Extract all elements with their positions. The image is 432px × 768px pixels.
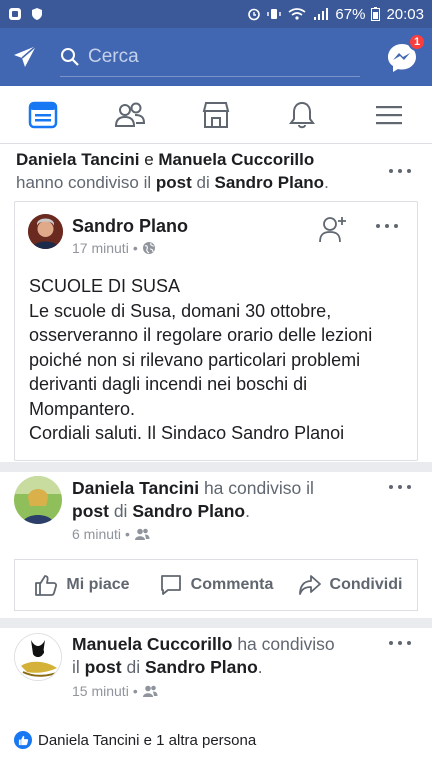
author-name[interactable]: Sandro Plano [145,657,258,677]
search-input[interactable]: Cerca [60,37,360,77]
friends-icon [114,102,145,127]
paper-plane-icon[interactable] [12,44,38,70]
story-text: il [72,657,80,677]
post-link[interactable]: post [85,657,122,677]
author-name[interactable]: Sandro Plano [214,173,324,192]
menu-icon [375,105,402,124]
story-text: ha condiviso il [203,478,314,498]
actor-name[interactable]: Daniela Tancini [72,478,199,498]
messenger-button[interactable]: 1 [384,33,426,75]
search-placeholder: Cerca [88,45,139,67]
likes-summary-text: Daniela Tancini e 1 altra persona [38,731,257,749]
add-friend-icon[interactable] [318,214,348,244]
globe-icon [142,242,155,254]
app-header: Cerca 1 [0,28,432,86]
tab-menu[interactable] [346,86,432,143]
story-text: di [126,657,141,677]
post-time[interactable]: 15 minuti [72,683,129,699]
tab-friends[interactable] [86,86,172,143]
tab-notifications[interactable] [259,86,345,143]
divider [0,618,432,628]
avatar[interactable] [14,633,62,681]
avatar[interactable] [28,214,63,249]
more-options-icon[interactable] [389,639,411,647]
author-name[interactable]: Sandro Plano [132,501,245,521]
post-author[interactable]: Sandro Plano [72,216,188,237]
notification-icon [9,8,21,20]
post-text-line: derivanti dagli incendi nei boschi di [29,374,308,394]
shield-icon [32,8,42,20]
signal-icon [314,8,329,20]
thumbs-up-icon [35,575,58,596]
like-label: Mi piace [66,576,130,593]
story-text: di [113,501,128,521]
alarm-icon [248,8,261,21]
story-text: di [196,173,210,192]
marketplace-icon [202,101,230,128]
tab-bar [0,86,432,144]
tab-marketplace[interactable] [173,86,259,143]
actor-name[interactable]: Manuela Cuccorillo [158,150,314,169]
actor-name[interactable]: Manuela Cuccorillo [72,634,232,654]
share-icon [298,575,321,595]
story-text: . [257,657,263,677]
like-reaction-icon [14,731,32,749]
battery-icon [371,7,381,21]
comment-button[interactable]: Commenta [149,573,283,597]
post-text-line: Le scuole di Susa, domani 30 ottobre, [29,300,332,321]
post-actions: Mi piace Commenta Condividi [14,559,418,611]
post-time[interactable]: 17 minuti [72,240,129,256]
post-link[interactable]: post [156,173,192,192]
story-text: . [245,501,250,521]
likes-summary[interactable]: Daniela Tancini e 1 altra persona [14,731,256,749]
post-text-line: poiché non si rilevano particolari probl… [29,349,361,370]
post-body: SCUOLE DI SUSA Le scuole di Susa, domani … [29,274,409,446]
comment-icon [160,575,181,595]
story-header: Manuela Cuccorillo ha condiviso il post … [72,633,382,679]
share-button[interactable]: Condividi [283,573,417,597]
story-header: Daniela Tancini ha condiviso il post di … [72,477,382,523]
vibrate-icon [267,9,282,19]
wifi-icon [288,8,306,20]
post-meta: 6 minuti • [72,526,150,542]
more-options-icon[interactable] [389,167,411,175]
shared-post-card: Sandro Plano 17 minuti • SCUOLE DI SUSA L… [14,201,418,461]
avatar[interactable] [14,476,62,524]
post-text-line: Cordiali saluti. Il Sindaco Sandro Plano… [29,423,345,443]
like-button[interactable]: Mi piace [15,573,149,597]
divider [0,462,432,472]
post-link[interactable]: post [72,501,109,521]
battery-percent: 67% [335,5,366,23]
story-text: . [324,173,329,192]
more-options-icon[interactable] [389,483,411,491]
story-text: e [144,150,154,169]
clock: 20:03 [386,5,424,23]
status-bar: 67% 20:03 [0,0,432,28]
bell-icon [289,101,316,128]
post-text-line: Mompantero. [29,398,136,419]
tab-news-feed[interactable] [0,86,86,143]
search-icon [61,47,79,66]
post-meta: 17 minuti • [72,240,156,256]
post-text-line: SCUOLE DI SUSA [29,276,181,296]
story-text: ha condiviso [237,634,335,654]
story-header: Daniela Tancini e Manuela Cuccorillo han… [16,148,386,194]
story-text: hanno condiviso il [16,173,152,192]
news-feed-icon [28,101,58,128]
post-time[interactable]: 6 minuti [72,526,121,542]
post-meta: 15 minuti • [72,683,158,699]
more-options-icon[interactable] [376,222,398,230]
friends-audience-icon [134,528,150,540]
messenger-badge: 1 [408,33,426,51]
comment-label: Commenta [190,576,274,593]
share-label: Condividi [329,576,403,593]
friends-audience-icon [142,685,158,697]
post-text-line: osserveranno il regolare orario delle le… [29,325,373,345]
actor-name[interactable]: Daniela Tancini [16,150,139,169]
